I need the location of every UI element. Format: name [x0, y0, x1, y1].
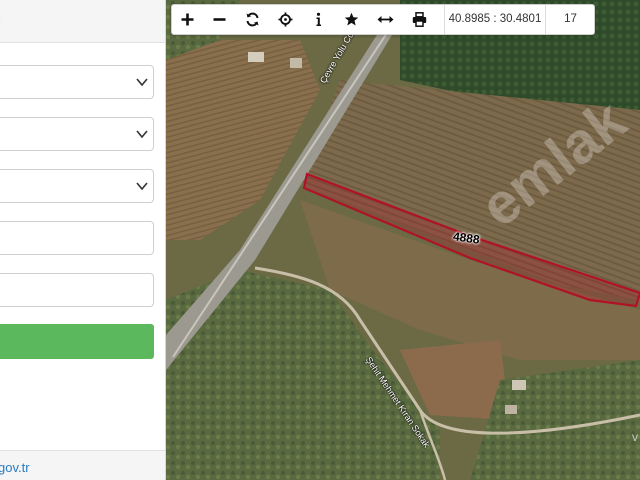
info-button[interactable]: [303, 5, 335, 34]
chevron-down-icon: [136, 182, 148, 191]
horizontal-arrows-icon: [377, 16, 394, 23]
info-icon: [316, 12, 321, 26]
panel-header-link[interactable]: i: [0, 14, 1, 29]
footer-link[interactable]: gov.tr: [0, 460, 30, 475]
zoom-in-button[interactable]: [172, 5, 204, 34]
parcel-number-input[interactable]: [0, 273, 154, 307]
chevron-down-icon: [136, 130, 148, 139]
block-number-input[interactable]: [0, 221, 154, 255]
query-panel: i a gov.tr: [0, 0, 166, 480]
panel-footer: gov.tr: [0, 450, 165, 480]
minus-icon: [213, 18, 226, 21]
star-icon: [344, 12, 359, 26]
map-toolbar: 40.8985 : 30.4801 17: [171, 4, 595, 35]
favorite-button[interactable]: [336, 5, 368, 34]
neighborhood-select[interactable]: [0, 169, 154, 203]
print-icon: [412, 12, 427, 27]
measure-button[interactable]: [369, 5, 401, 34]
zoom-out-button[interactable]: [204, 5, 236, 34]
refresh-icon: [246, 12, 259, 27]
panel-header: i: [0, 0, 165, 43]
locate-button[interactable]: [270, 5, 302, 34]
print-button[interactable]: [404, 5, 436, 34]
zoom-level-readout: 17: [545, 5, 595, 34]
province-select[interactable]: [0, 65, 154, 99]
map-attribution: V: [632, 433, 639, 443]
district-select[interactable]: [0, 117, 154, 151]
refresh-button[interactable]: [237, 5, 269, 34]
chevron-down-icon: [136, 78, 148, 87]
plus-icon: [181, 13, 194, 26]
coordinates-readout: 40.8985 : 30.4801: [444, 5, 545, 34]
crosshair-icon: [278, 12, 293, 27]
query-button[interactable]: a: [0, 324, 154, 359]
